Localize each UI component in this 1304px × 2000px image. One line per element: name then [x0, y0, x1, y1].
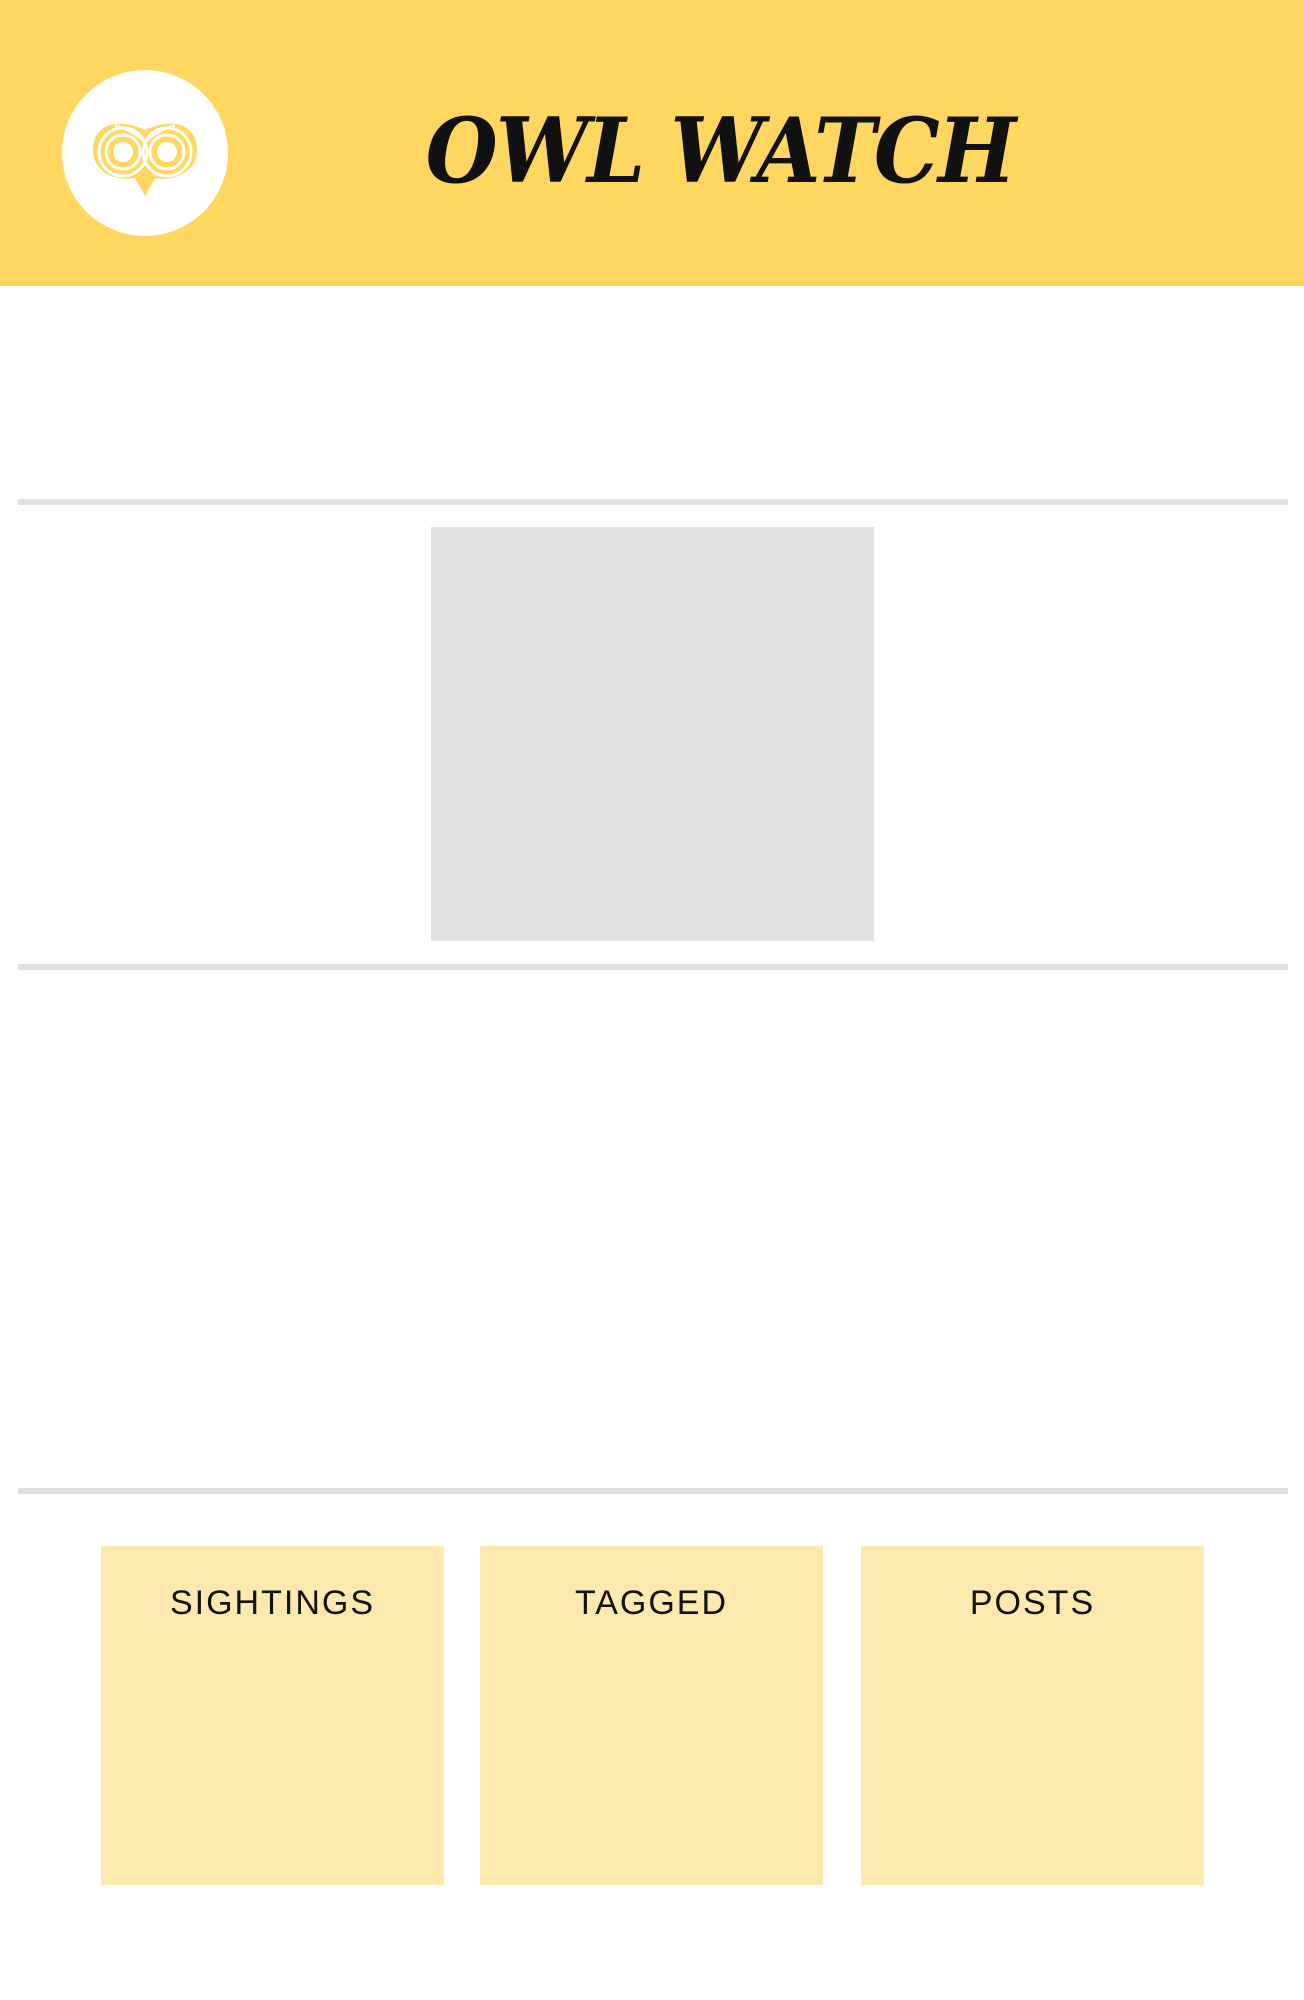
owl-photo-placeholder[interactable] — [431, 527, 874, 941]
app-title: OWL WATCH — [425, 98, 1017, 204]
posts-card[interactable]: POSTS — [861, 1546, 1204, 1885]
owl-face-icon — [93, 123, 197, 196]
sightings-label: SIGHTINGS — [169, 1584, 376, 1622]
sightings-card[interactable]: SIGHTINGS — [101, 1546, 444, 1885]
posts-label: POSTS — [969, 1584, 1096, 1622]
section-divider — [18, 1488, 1288, 1494]
app-header: OWL WATCH — [0, 0, 1304, 286]
section-divider — [18, 964, 1288, 970]
section-divider — [18, 499, 1288, 505]
tagged-label: TAGGED — [574, 1584, 729, 1622]
tagged-card[interactable]: TAGGED — [480, 1546, 823, 1885]
owl-logo[interactable] — [62, 70, 228, 236]
